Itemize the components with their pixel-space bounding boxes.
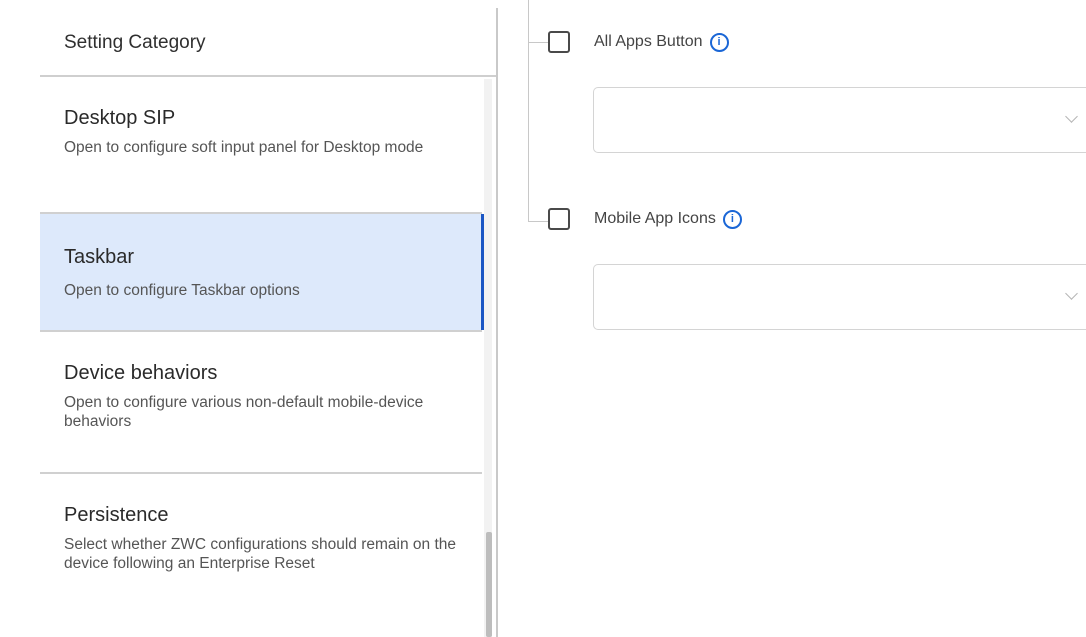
setting-category-panel: Setting Category Desktop SIP Open to con… <box>0 0 498 637</box>
taskbar-settings-screen: Setting Category Desktop SIP Open to con… <box>0 0 1086 637</box>
option-mobile-app-icons: Mobile App Icons i <box>548 208 742 230</box>
category-item-desktop-sip[interactable]: Desktop SIP Open to configure soft input… <box>40 79 482 214</box>
mobile-app-icons-select[interactable] <box>593 264 1086 330</box>
category-item-taskbar[interactable]: Taskbar Open to configure Taskbar option… <box>40 214 485 332</box>
setting-category-list: Desktop SIP Open to configure soft input… <box>40 79 485 637</box>
category-description: Open to configure soft input panel for D… <box>64 139 424 156</box>
mobile-app-icons-checkbox[interactable] <box>548 208 570 230</box>
category-description: Select whether ZWC configurations should… <box>64 536 457 572</box>
setting-category-title: Setting Category <box>64 32 206 53</box>
all-apps-button-select[interactable] <box>593 87 1086 153</box>
category-description: Open to configure Taskbar options <box>64 282 300 299</box>
all-apps-button-label: All Apps Button <box>594 33 703 50</box>
mobile-app-icons-label: Mobile App Icons <box>594 210 716 227</box>
all-apps-button-checkbox[interactable] <box>548 31 570 53</box>
tree-connector-line <box>528 0 529 222</box>
category-title: Device behaviors <box>64 362 218 384</box>
chevron-down-icon <box>1065 110 1078 123</box>
category-item-persistence[interactable]: Persistence Select whether ZWC configura… <box>40 474 482 637</box>
category-title: Desktop SIP <box>64 107 176 129</box>
tree-connector-branch <box>528 42 548 43</box>
category-item-device-behaviors[interactable]: Device behaviors Open to configure vario… <box>40 332 482 474</box>
category-scrollbar-thumb[interactable] <box>486 532 492 637</box>
panel-divider <box>496 8 498 637</box>
info-icon[interactable]: i <box>709 32 729 52</box>
category-description: Open to configure various non-default mo… <box>64 394 424 430</box>
info-icon[interactable]: i <box>722 209 742 229</box>
chevron-down-icon <box>1065 287 1078 300</box>
category-title: Persistence <box>64 504 169 526</box>
tree-connector-branch <box>528 221 548 222</box>
option-all-apps-button: All Apps Button i <box>548 31 729 53</box>
setting-category-header: Setting Category <box>40 0 496 77</box>
category-title: Taskbar <box>64 246 135 268</box>
